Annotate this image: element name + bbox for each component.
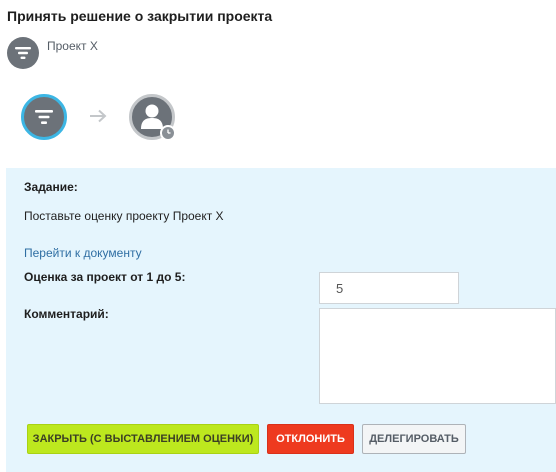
task-page: Принять решение о закрытии проекта Проек… [0, 0, 556, 472]
arrow-right-icon [90, 109, 107, 123]
comment-textarea[interactable] [319, 308, 556, 404]
project-name[interactable]: Проект Х [47, 39, 98, 53]
funnel-filter-icon [7, 37, 39, 69]
open-document-link[interactable]: Перейти к документу [24, 246, 142, 260]
task-description: Поставьте оценку проекту Проект Х [24, 209, 224, 223]
clock-icon [160, 125, 176, 141]
page-title: Принять решение о закрытии проекта [7, 8, 273, 24]
close-with-rating-button[interactable]: Закрыть (с выставлением оценки) [27, 424, 259, 454]
task-heading: Задание: [24, 180, 78, 194]
reject-button[interactable]: Отклонить [267, 424, 354, 454]
funnel-filter-icon [35, 110, 53, 124]
rating-label: Оценка за проект от 1 до 5: [24, 270, 186, 284]
rating-input[interactable] [319, 272, 459, 304]
task-panel: Задание: Поставьте оценку проекту Проект… [6, 168, 556, 472]
workflow-step-current[interactable] [21, 94, 67, 140]
delegate-button[interactable]: Делегировать [362, 424, 466, 454]
user-icon [141, 104, 163, 129]
comment-label: Комментарий: [24, 307, 109, 321]
